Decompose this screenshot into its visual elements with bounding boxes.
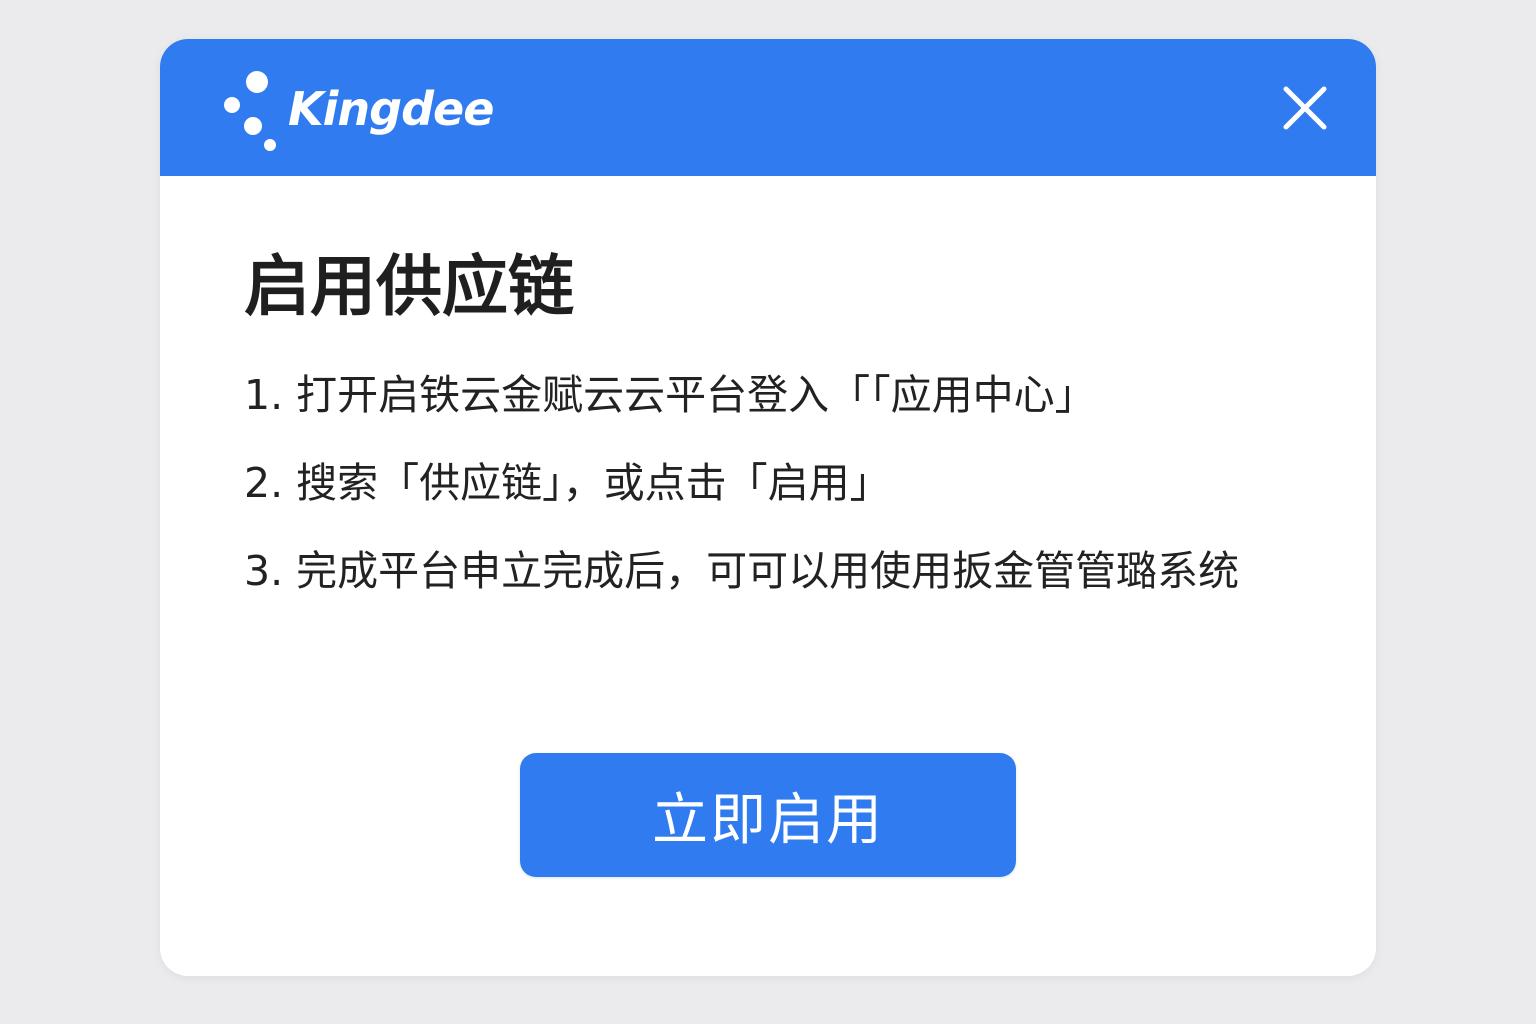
enable-supply-chain-dialog: Kingdee 启用供应链 1. 打开启铁云金赋云云平台登入「「应用中心」 2.… xyxy=(160,39,1376,976)
enable-now-button[interactable]: 立即启用 xyxy=(520,753,1016,877)
dialog-header: Kingdee xyxy=(160,39,1376,176)
step-item-2: 2. 搜索「供应链」，或点击「启用」 xyxy=(244,459,891,507)
step-item-3: 3. 完成平台申立完成后，可可以用使用扳金管管璐系统 xyxy=(244,547,1240,595)
close-button[interactable] xyxy=(1276,79,1334,137)
kingdee-logo: Kingdee xyxy=(220,65,510,153)
kingdee-dots-logo-icon xyxy=(224,71,276,151)
step-item-1: 1. 打开启铁云金赋云云平台登入「「应用中心」 xyxy=(244,371,1096,419)
brand-name: Kingdee xyxy=(288,82,494,136)
close-icon xyxy=(1283,86,1327,130)
instruction-steps: 1. 打开启铁云金赋云云平台登入「「应用中心」 2. 搜索「供应链」，或点击「启… xyxy=(244,361,1304,625)
dialog-title: 启用供应链 xyxy=(244,248,574,325)
